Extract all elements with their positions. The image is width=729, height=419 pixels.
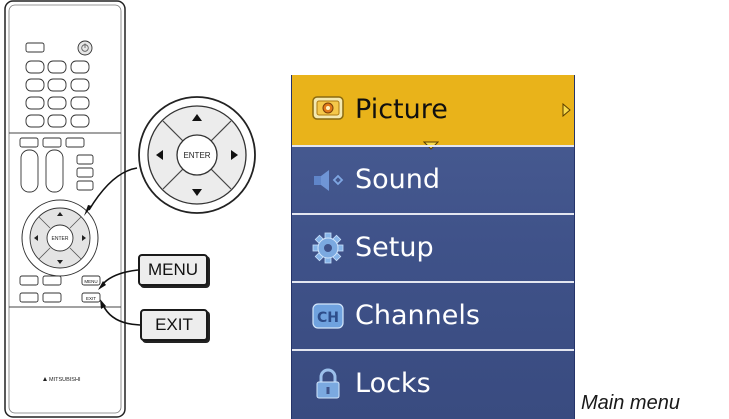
menu-item-label: Locks xyxy=(355,368,431,399)
svg-text:EXIT: EXIT xyxy=(86,296,96,301)
remote-enter-label: ENTER xyxy=(52,236,69,242)
speaker-icon xyxy=(314,170,344,191)
menu-item-label: Setup xyxy=(355,232,434,263)
remote-dpad[interactable]: ENTER xyxy=(21,199,99,277)
menu-callout: MENU xyxy=(138,254,208,286)
enter-button-label[interactable]: ENTER xyxy=(183,151,210,160)
power-icon[interactable] xyxy=(77,40,93,56)
channel-icon: CH xyxy=(312,303,344,329)
picture-icon xyxy=(312,96,344,120)
remote-exit-button[interactable]: EXIT xyxy=(81,292,101,303)
gear-icon xyxy=(312,232,344,264)
lock-icon xyxy=(316,368,340,399)
remote-control: ENTER MENU EXIT MITSUBISHI xyxy=(4,0,126,418)
menu-item-channels[interactable]: CH Channels xyxy=(292,283,574,349)
main-menu-panel: Picture Sound Setup CH Channels Locks xyxy=(291,75,575,419)
menu-item-label: Sound xyxy=(355,164,441,195)
remote-menu-button[interactable]: MENU xyxy=(81,275,101,286)
menu-item-locks[interactable]: Locks xyxy=(292,351,574,417)
svg-text:CH: CH xyxy=(317,310,339,326)
remote-input-button[interactable] xyxy=(25,42,45,53)
chevron-right-icon xyxy=(562,103,571,117)
menu-item-picture[interactable]: Picture xyxy=(292,75,574,145)
channel-rocker[interactable] xyxy=(45,149,64,193)
menu-item-setup[interactable]: Setup xyxy=(292,215,574,281)
menu-item-label: Picture xyxy=(355,94,448,125)
zoomed-dpad: ENTER xyxy=(138,96,256,214)
svg-text:MENU: MENU xyxy=(84,279,97,284)
menu-item-sound[interactable]: Sound xyxy=(292,147,574,213)
figure-caption: Main menu xyxy=(581,392,680,414)
exit-callout: EXIT xyxy=(140,309,208,341)
menu-item-label: Channels xyxy=(355,300,480,331)
volume-rocker[interactable] xyxy=(20,149,39,193)
brand-logo: MITSUBISHI xyxy=(43,377,81,383)
svg-text:MITSUBISHI: MITSUBISHI xyxy=(49,377,81,383)
